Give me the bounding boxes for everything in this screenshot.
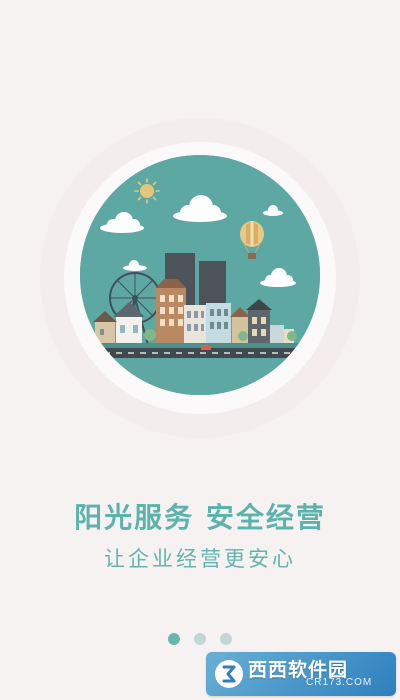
- onboarding-headline: 阳光服务 安全经营: [74, 501, 326, 534]
- onboarding-subheadline: 让企业经营更安心: [104, 547, 296, 571]
- page-dot-1[interactable]: [168, 633, 180, 645]
- page-dot-3[interactable]: [220, 633, 232, 645]
- onboarding-screen[interactable]: 阳光服务 安全经营 让企业经营更安心 西西软件园 CR173.COM: [0, 0, 400, 700]
- watermark-logo-icon: [215, 660, 243, 688]
- site-watermark: 西西软件园 CR173.COM: [206, 652, 396, 696]
- page-indicator: [0, 633, 400, 645]
- sun-icon: [134, 178, 160, 204]
- city-illustration: [80, 155, 320, 395]
- city-skyline-svg: [80, 155, 320, 395]
- page-dot-2[interactable]: [194, 633, 206, 645]
- watermark-url: CR173.COM: [306, 677, 373, 688]
